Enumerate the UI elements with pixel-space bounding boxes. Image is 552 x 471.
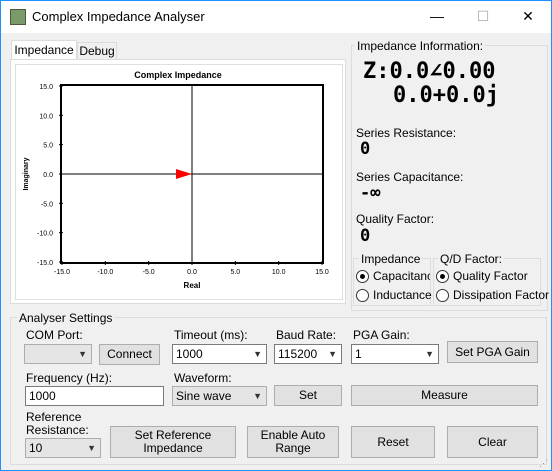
x-tick-label: -10.0 xyxy=(97,269,113,276)
quality-factor-value: 0 xyxy=(360,226,371,246)
impedance-polar-value: Z:0.0∠0.00 xyxy=(363,59,496,84)
clear-button[interactable]: Clear xyxy=(447,426,538,458)
y-tick-label: -10.0 xyxy=(37,231,53,238)
dissipation-factor-option-label[interactable]: Dissipation Factor xyxy=(453,288,549,302)
com-port-select[interactable]: ▼ xyxy=(24,344,92,364)
title-bar: Complex Impedance Analyser — ☐ ✕ xyxy=(1,1,551,33)
reset-button[interactable]: Reset xyxy=(351,426,435,458)
timeout-label: Timeout (ms): xyxy=(174,328,248,342)
pga-gain-select[interactable]: 1 ▼ xyxy=(351,344,439,364)
window-title: Complex Impedance Analyser xyxy=(32,9,205,24)
series-capacitance-value: -∞ xyxy=(360,183,381,203)
maximize-button[interactable]: ☐ xyxy=(460,1,506,31)
capacitance-label[interactable]: Capacitanc xyxy=(373,269,430,283)
reference-label-line1: Reference xyxy=(26,410,82,424)
analyser-settings-title: Analyser Settings xyxy=(17,311,115,325)
baud-rate-label: Baud Rate: xyxy=(276,328,337,342)
y-tick-label: -15.0 xyxy=(37,260,53,267)
tab-impedance[interactable]: Impedance xyxy=(11,40,77,60)
auto-range-line2: Range xyxy=(275,441,311,455)
chevron-down-icon: ▼ xyxy=(87,443,96,453)
reference-label-line2: Resistance: xyxy=(26,423,89,437)
chevron-down-icon: ▼ xyxy=(328,349,337,359)
chart-title: Complex Impedance xyxy=(134,70,222,80)
chevron-down-icon: ▼ xyxy=(253,391,262,401)
com-port-label: COM Port: xyxy=(26,328,83,342)
y-tick-label: 5.0 xyxy=(43,143,53,150)
set-reference-impedance-button[interactable]: Set Reference Impedance xyxy=(110,426,236,458)
tab-debug[interactable]: Debug xyxy=(77,42,117,60)
timeout-select[interactable]: 1000 ▼ xyxy=(172,344,267,364)
resize-grip-icon[interactable]: ⋰ xyxy=(539,458,548,469)
dissipation-factor-radio[interactable] xyxy=(436,289,449,302)
baud-rate-select[interactable]: 115200 ▼ xyxy=(274,344,342,364)
frequency-input[interactable]: 1000 xyxy=(25,386,164,406)
connect-button[interactable]: Connect xyxy=(99,344,160,365)
impedance-chart: Complex Impedance 15.0 10.0 5.0 0.0 -5.0 -10.… xyxy=(15,64,343,300)
chevron-down-icon: ▼ xyxy=(253,349,262,359)
enable-auto-range-button[interactable]: Enable Auto Range xyxy=(247,426,339,458)
series-capacitance-label: Series Capacitance: xyxy=(356,170,464,184)
x-tick-label: -5.0 xyxy=(143,269,155,276)
y-tick-label: 15.0 xyxy=(39,84,53,91)
y-axis-label: Imaginary xyxy=(23,157,30,190)
x-tick-label: 10.0 xyxy=(272,269,286,276)
pga-gain-label: PGA Gain: xyxy=(353,328,410,342)
reference-resistance-select[interactable]: 10 ▼ xyxy=(25,438,101,458)
measure-button[interactable]: Measure xyxy=(351,385,538,406)
impedance-type-title: Impedance xyxy=(359,252,423,266)
app-icon xyxy=(10,9,26,25)
inductance-radio[interactable] xyxy=(356,289,369,302)
capacitance-radio[interactable] xyxy=(356,270,369,283)
waveform-select[interactable]: Sine wave ▼ xyxy=(172,386,267,406)
quality-factor-label: Quality Factor: xyxy=(356,212,435,226)
quality-factor-radio[interactable] xyxy=(436,270,449,283)
x-tick-label: 15.0 xyxy=(315,269,329,276)
x-tick-label: -15.0 xyxy=(54,269,70,276)
series-resistance-label: Series Resistance: xyxy=(356,126,457,140)
y-tick-label: 0.0 xyxy=(43,172,53,179)
close-button[interactable]: ✕ xyxy=(505,1,551,31)
impedance-rect-value: 0.0+0.0j xyxy=(393,83,499,108)
set-reference-line2: Impedance xyxy=(143,441,203,455)
impedance-info-title: Impedance Information: xyxy=(355,39,486,53)
set-waveform-button[interactable]: Set xyxy=(274,385,342,406)
frequency-label: Frequency (Hz): xyxy=(26,371,113,385)
x-tick-label: 0.0 xyxy=(187,269,197,276)
quality-factor-option-label[interactable]: Quality Factor xyxy=(453,269,528,283)
set-pga-gain-button[interactable]: Set PGA Gain xyxy=(447,341,538,363)
chevron-down-icon: ▼ xyxy=(425,349,434,359)
app-window: Complex Impedance Analyser — ☐ ✕ Impedan… xyxy=(0,0,552,471)
y-tick-label: -5.0 xyxy=(41,201,53,208)
minimize-button[interactable]: — xyxy=(414,1,460,31)
x-tick-label: 5.0 xyxy=(230,269,240,276)
waveform-label: Waveform: xyxy=(174,371,232,385)
series-resistance-value: 0 xyxy=(360,139,371,159)
chevron-down-icon: ▼ xyxy=(78,349,87,359)
x-axis-label: Real xyxy=(184,281,201,290)
qd-factor-title: Q/D Factor: xyxy=(438,252,505,266)
y-tick-label: 10.0 xyxy=(39,113,53,120)
inductance-label[interactable]: Inductance xyxy=(373,288,432,302)
